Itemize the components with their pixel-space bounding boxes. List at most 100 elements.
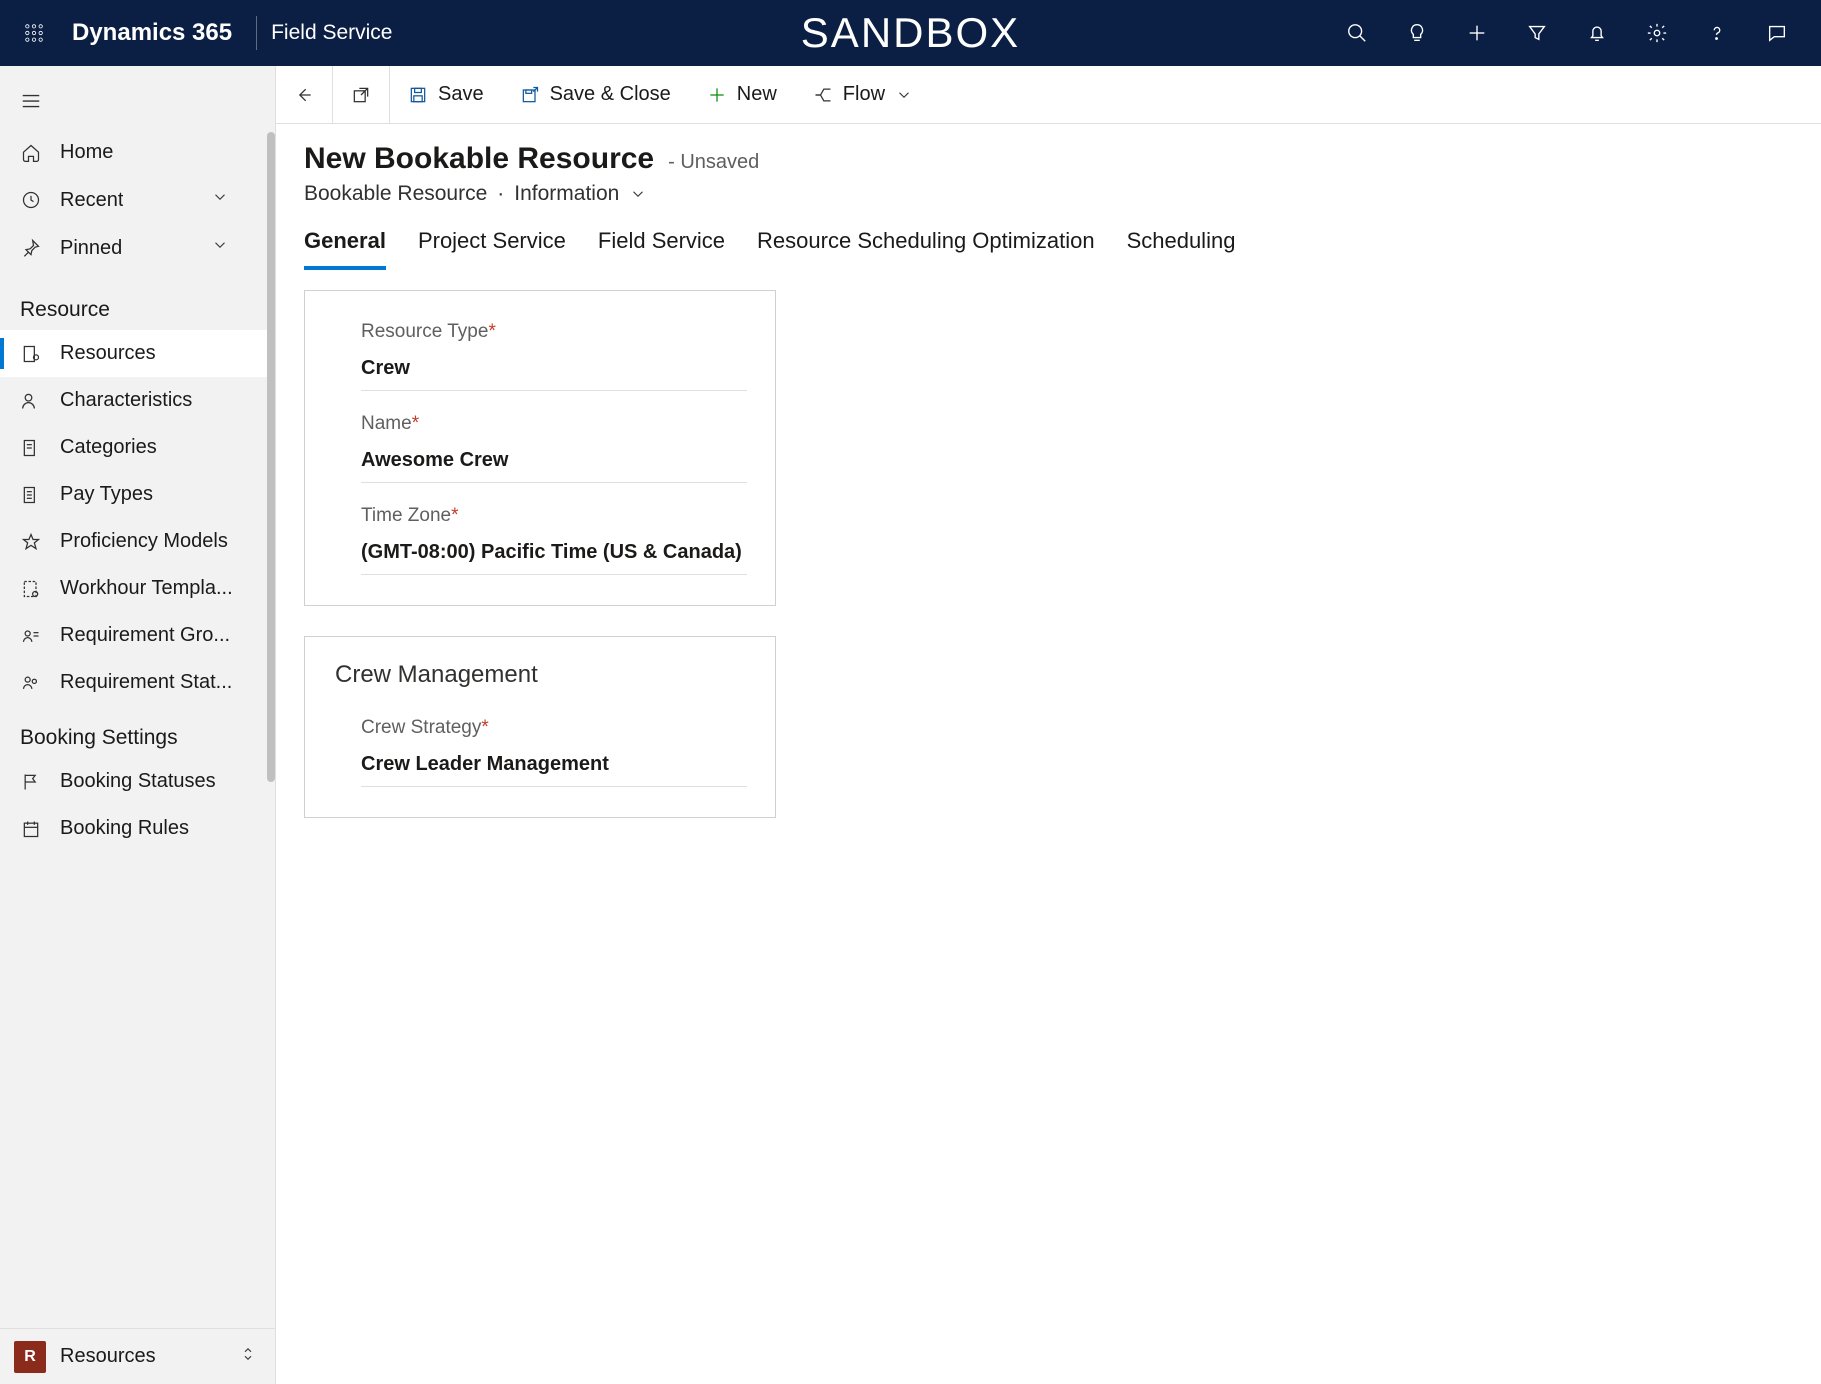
field-value[interactable]: Crew [361, 343, 747, 391]
field-value[interactable]: (GMT-08:00) Pacific Time (US & Canada) [361, 527, 747, 575]
chat-icon[interactable] [1747, 0, 1807, 66]
command-bar: Save Save & Close New Flow [276, 66, 1821, 124]
sidebar-item-label: Requirement Stat... [60, 671, 232, 694]
tab-project-service[interactable]: Project Service [418, 228, 566, 264]
calendar-icon [20, 819, 42, 839]
paytypes-icon [20, 485, 42, 505]
field-value[interactable]: Crew Leader Management [361, 739, 747, 787]
sidebar-toggle[interactable] [0, 78, 267, 129]
new-button[interactable]: New [689, 66, 795, 123]
sidebar-item-characteristics[interactable]: Characteristics [0, 377, 267, 424]
section-title: Crew Management [335, 661, 747, 689]
person-icon [20, 391, 42, 411]
bell-icon[interactable] [1567, 0, 1627, 66]
sidebar-item-workhour[interactable]: Workhour Templa... [0, 565, 267, 612]
help-icon[interactable] [1687, 0, 1747, 66]
field-crew-strategy[interactable]: Crew Strategy* Crew Leader Management [333, 711, 747, 787]
sidebar-item-pinned[interactable]: Pinned [0, 224, 267, 272]
field-label: Crew Strategy* [361, 717, 747, 739]
field-value[interactable]: Awesome Crew [361, 435, 747, 483]
tab-scheduling[interactable]: Scheduling [1127, 228, 1236, 264]
field-resource-type[interactable]: Resource Type* Crew [333, 315, 747, 391]
save-label: Save [438, 83, 484, 106]
sidebar-item-categories[interactable]: Categories [0, 424, 267, 471]
save-close-label: Save & Close [550, 83, 671, 106]
field-label: Time Zone* [361, 505, 747, 527]
group-icon [20, 626, 42, 646]
sidebar-item-label: Proficiency Models [60, 530, 228, 553]
top-nav: Dynamics 365 Field Service SANDBOX [0, 0, 1821, 66]
chevron-down-icon [895, 86, 913, 104]
field-name[interactable]: Name* Awesome Crew [333, 407, 747, 483]
gear-icon[interactable] [1627, 0, 1687, 66]
people-icon [20, 673, 42, 693]
sidebar-section-booking: Booking Settings [0, 706, 267, 758]
add-icon[interactable] [1447, 0, 1507, 66]
flow-button[interactable]: Flow [795, 66, 931, 123]
sidebar-item-label: Booking Rules [60, 817, 189, 840]
form-section-crew: Crew Management Crew Strategy* Crew Lead… [304, 636, 776, 818]
page-title: New Bookable Resource [304, 142, 654, 176]
tab-rso[interactable]: Resource Scheduling Optimization [757, 228, 1095, 264]
sidebar-item-label: Resources [60, 342, 156, 365]
field-label: Resource Type* [361, 321, 747, 343]
sidebar-item-label: Recent [60, 189, 123, 212]
search-icon[interactable] [1327, 0, 1387, 66]
sidebar: Home Recent Pinned Resource Resources [0, 66, 276, 1384]
chevron-updown-icon [239, 1345, 257, 1368]
sidebar-item-paytypes[interactable]: Pay Types [0, 471, 267, 518]
sidebar-item-reqgroups[interactable]: Requirement Gro... [0, 612, 267, 659]
template-icon [20, 579, 42, 599]
filter-icon[interactable] [1507, 0, 1567, 66]
sidebar-item-recent[interactable]: Recent [0, 176, 267, 224]
sidebar-section-resource: Resource [0, 278, 267, 330]
area-switcher[interactable]: R Resources [0, 1328, 275, 1384]
back-button[interactable] [276, 66, 333, 123]
sidebar-item-resources[interactable]: Resources [0, 330, 267, 377]
module-label[interactable]: Field Service [271, 21, 392, 45]
area-label: Resources [60, 1345, 156, 1368]
sidebar-item-label: Home [60, 141, 113, 164]
app-launcher-icon[interactable] [14, 23, 54, 43]
popout-button[interactable] [333, 66, 390, 123]
star-icon [20, 532, 42, 552]
sidebar-item-bookingrules[interactable]: Booking Rules [0, 805, 267, 852]
page-status: - Unsaved [668, 151, 759, 174]
entity-name: Bookable Resource [304, 182, 487, 206]
sidebar-item-label: Categories [60, 436, 157, 459]
form-section-general: Resource Type* Crew Name* Awesome Crew T… [304, 290, 776, 606]
sidebar-scrollbar[interactable] [267, 132, 275, 782]
brand-label[interactable]: Dynamics 365 [72, 19, 232, 47]
brand-separator [256, 16, 257, 50]
home-icon [20, 143, 42, 163]
chevron-down-icon [211, 236, 229, 260]
save-button[interactable]: Save [390, 66, 502, 123]
field-timezone[interactable]: Time Zone* (GMT-08:00) Pacific Time (US … [333, 499, 747, 575]
chevron-down-icon [211, 188, 229, 212]
tab-field-service[interactable]: Field Service [598, 228, 725, 264]
new-label: New [737, 83, 777, 106]
sidebar-item-home[interactable]: Home [0, 129, 267, 176]
lightbulb-icon[interactable] [1387, 0, 1447, 66]
tab-bar: General Project Service Field Service Re… [304, 228, 1793, 264]
resource-icon [20, 344, 42, 364]
sidebar-item-proficiency[interactable]: Proficiency Models [0, 518, 267, 565]
flag-icon [20, 772, 42, 792]
sidebar-item-bookingstatuses[interactable]: Booking Statuses [0, 758, 267, 805]
sidebar-item-reqstatus[interactable]: Requirement Stat... [0, 659, 267, 706]
flow-label: Flow [843, 83, 885, 106]
main: Save Save & Close New Flow New Bookable … [276, 66, 1821, 1384]
chevron-down-icon[interactable] [629, 185, 647, 203]
sidebar-item-label: Pinned [60, 237, 122, 260]
sidebar-item-label: Pay Types [60, 483, 153, 506]
sidebar-item-label: Workhour Templa... [60, 577, 233, 600]
tab-general[interactable]: General [304, 228, 386, 264]
sidebar-item-label: Booking Statuses [60, 770, 216, 793]
sidebar-item-label: Characteristics [60, 389, 192, 412]
entity-sep: · [497, 182, 504, 206]
sidebar-item-label: Requirement Gro... [60, 624, 230, 647]
form-name[interactable]: Information [514, 182, 619, 206]
save-close-button[interactable]: Save & Close [502, 66, 689, 123]
field-label: Name* [361, 413, 747, 435]
pin-icon [20, 238, 42, 258]
